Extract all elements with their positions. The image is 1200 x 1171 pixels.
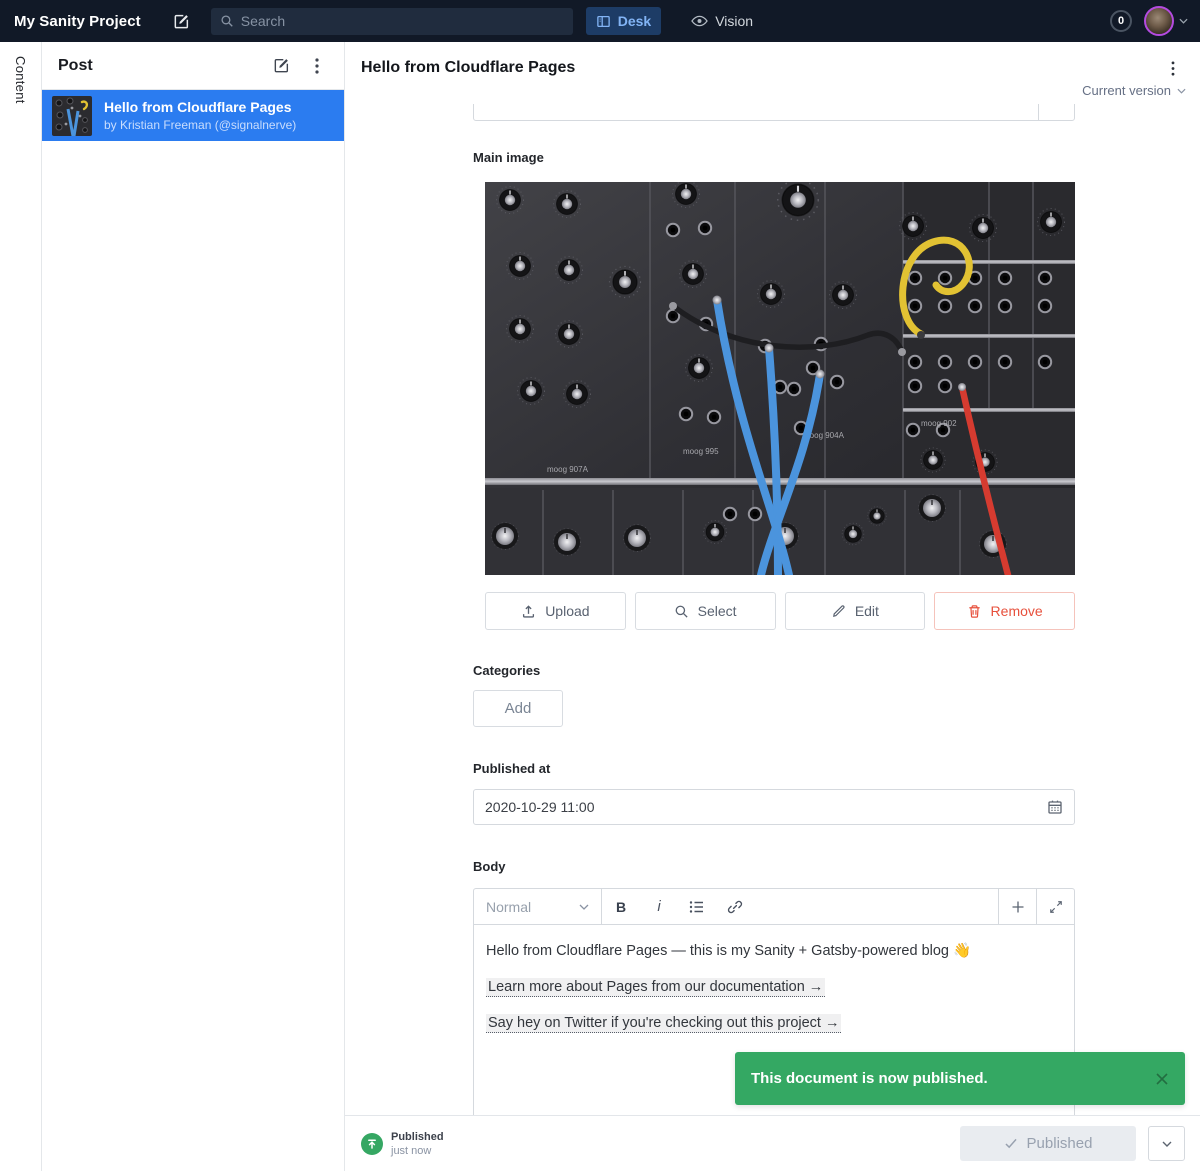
link-icon [727,899,743,915]
document-list-pane: Post Hello from Cloudflare Pages [42,42,345,1171]
list-item[interactable]: Hello from Cloudflare Pages by Kristian … [42,90,344,141]
editor-toolbar: Normal B i [474,889,1074,925]
compose-icon[interactable] [173,12,191,30]
upload-icon [521,604,536,619]
document-form: Main image [345,104,1200,1115]
document-header: Hello from Cloudflare Pages Current vers… [345,42,1200,104]
magnifier-icon [674,604,689,619]
main-image-preview[interactable]: moog 907A moog 995 moog 904A moog 902 [485,182,1075,575]
published-at-label: Published at [473,761,550,776]
panel-label: moog 907A [547,465,589,474]
body-label: Body [473,859,506,874]
publish-status-icon [361,1133,383,1155]
synthesizer-photo: moog 907A moog 995 moog 904A moog 902 [485,182,1075,575]
top-navbar: My Sanity Project Desk Vision 0 [0,0,1200,42]
remove-button[interactable]: Remove [934,592,1075,630]
toast-message: This document is now published. [751,1070,1155,1087]
bullet-list-icon [689,900,705,914]
list-pane-title: Post [58,57,93,75]
tab-desk[interactable]: Desk [586,7,661,35]
expand-icon [1049,900,1063,914]
list-item-subtitle: by Kristian Freeman (@signalnerve) [104,118,296,132]
document-footer: Published just now Published [345,1115,1200,1171]
block-style-value: Normal [486,899,531,915]
content-rail: Content [0,42,42,1171]
insert-block-button[interactable] [998,889,1036,924]
bullet-list-button[interactable] [682,893,712,921]
publish-button[interactable]: Published [960,1126,1136,1161]
desk-icon [596,14,611,29]
presence-count-badge[interactable]: 0 [1110,10,1132,32]
chevron-down-icon [1177,88,1186,94]
rail-label[interactable]: Content [13,56,28,104]
chevron-down-icon [579,904,589,910]
calendar-icon[interactable] [1047,799,1063,815]
toast-close-icon[interactable] [1155,1072,1169,1086]
publish-status: Published [391,1131,444,1143]
body-paragraph: Hello from Cloudflare Pages — this is my… [486,941,1062,963]
publish-time: just now [391,1145,444,1157]
sanity-studio: My Sanity Project Desk Vision 0 Content [0,0,1200,1171]
edit-button[interactable]: Edit [785,592,926,630]
panel-label: moog 902 [921,419,957,428]
categories-label: Categories [473,663,540,678]
cutoff-text-field[interactable] [473,104,1075,121]
pencil-icon [831,604,846,619]
tab-vision[interactable]: Vision [681,7,763,35]
eye-icon [691,15,708,27]
trash-icon [967,604,982,619]
search-input[interactable] [241,13,564,29]
search-icon [220,14,234,28]
list-item-title: Hello from Cloudflare Pages [104,99,296,115]
select-button[interactable]: Select [635,592,776,630]
list-menu-kebab-icon[interactable] [306,55,328,77]
chevron-down-icon [1162,1141,1172,1147]
tab-desk-label: Desk [618,13,651,29]
global-search[interactable] [211,8,573,35]
published-at-value: 2020-10-29 11:00 [485,799,1047,815]
published-at-input[interactable]: 2020-10-29 11:00 [473,789,1075,825]
publish-toast: This document is now published. [735,1052,1185,1105]
project-title: My Sanity Project [14,13,141,30]
plus-icon [1010,899,1026,915]
document-title: Hello from Cloudflare Pages [361,59,575,77]
italic-button[interactable]: i [644,893,674,921]
list-item-thumbnail [52,96,92,136]
document-editor-pane: Hello from Cloudflare Pages Current vers… [345,42,1200,1171]
body-text-area[interactable]: Hello from Cloudflare Pages — this is my… [474,925,1074,1064]
body-link-docs[interactable]: Learn more about Pages from our document… [486,978,825,997]
user-menu-chevron-icon[interactable] [1179,18,1188,24]
user-avatar[interactable] [1144,6,1174,36]
document-menu-kebab-icon[interactable] [1162,57,1184,79]
tab-vision-label: Vision [715,13,753,29]
bold-button[interactable]: B [606,893,636,921]
image-actions: Upload Select Edit Remove [485,592,1075,630]
add-category-button[interactable]: Add [473,690,563,727]
body-link-twitter[interactable]: Say hey on Twitter if you're checking ou… [486,1014,841,1033]
upload-button[interactable]: Upload [485,592,626,630]
publish-menu-button[interactable] [1148,1126,1185,1161]
main-image-label: Main image [473,150,544,165]
version-selector[interactable]: Current version [1082,83,1186,98]
version-label: Current version [1082,83,1171,98]
fullscreen-button[interactable] [1036,889,1074,924]
check-icon [1004,1138,1018,1149]
panel-label: moog 995 [683,447,719,456]
block-style-select[interactable]: Normal [474,889,602,924]
new-document-icon[interactable] [270,55,292,77]
list-pane-header: Post [42,42,344,90]
link-button[interactable] [720,893,750,921]
